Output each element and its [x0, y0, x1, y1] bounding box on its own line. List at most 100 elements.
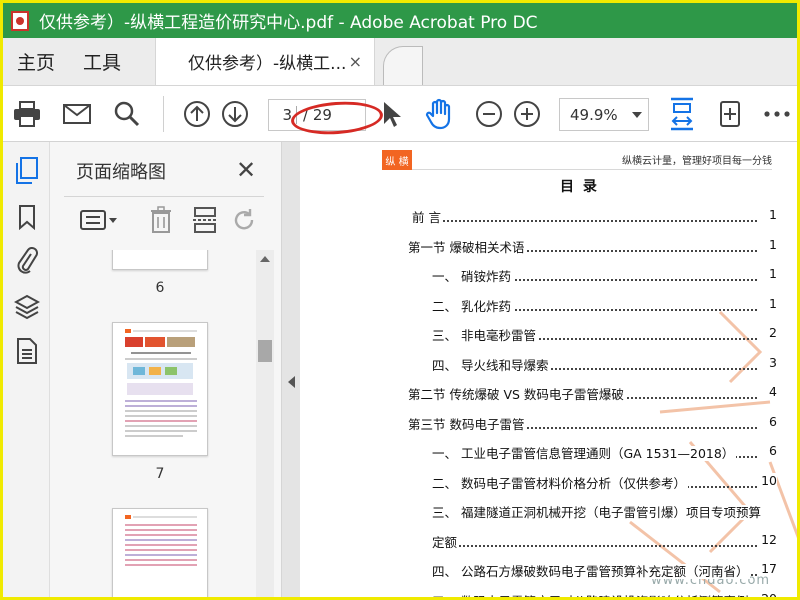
- bookmark-icon[interactable]: [13, 202, 41, 232]
- toc-entry-text: 二、 乳化炸药: [432, 298, 513, 314]
- document-tab[interactable]: 仅供参考）-纵横工... ×: [155, 38, 376, 85]
- collapse-panel-icon[interactable]: [288, 376, 295, 388]
- toc-leader-dots: [412, 220, 757, 222]
- thumbnails-panel-title: 页面缩略图: [76, 162, 166, 183]
- toc-entry-page: 10: [758, 472, 777, 488]
- menu-bar: 主页 工具 仅供参考）-纵横工... ×: [3, 38, 797, 86]
- thumbnail-options-icon[interactable]: [78, 205, 120, 235]
- zoom-level-value: 49.9%: [570, 105, 618, 124]
- page-thumbnail[interactable]: [112, 250, 208, 270]
- insert-page-icon[interactable]: [190, 205, 220, 235]
- scrollbar-thumb[interactable]: [258, 340, 272, 362]
- toc-entry-text: 定额: [432, 534, 460, 550]
- toc-entry-text: 一、 工业电子雷管信息管理通则（GA 1531—2018）: [432, 446, 737, 461]
- next-page-icon[interactable]: [219, 96, 251, 132]
- brand-logo: 纵 横: [382, 150, 412, 170]
- pdf-page: 纵 横 纵横云计量，管理好项目每一分钱 目 录 前 言 1 第一节 爆破相关术语 1 一…: [300, 142, 797, 597]
- toc-entry-page: 17: [758, 561, 777, 576]
- rotate-page-icon[interactable]: [715, 96, 745, 132]
- toc-entry-page: 4: [766, 384, 777, 399]
- toc-heading: 目 录: [560, 179, 599, 195]
- zoom-out-icon[interactable]: [473, 96, 505, 132]
- toolbar: 3 / 29 49.9%: [3, 86, 797, 142]
- toc-entry[interactable]: 三、 福建隧道正洞机械开挖（电子雷管引爆）项目专项预算: [432, 502, 777, 520]
- print-icon[interactable]: [11, 96, 43, 132]
- toc-entry-text: 五、 数码电子雷管应用对公路建设投资影响分析测算案例: [432, 593, 751, 597]
- toc-entry-page: 20: [758, 590, 777, 597]
- layers-icon[interactable]: [13, 292, 41, 322]
- toc-entry-text: 第一节 爆破相关术语: [408, 239, 527, 255]
- page-thumbnails-icon[interactable]: [13, 156, 41, 186]
- toc-entry-page: 6: [766, 413, 777, 429]
- toc-entry[interactable]: 前 言 1: [412, 207, 777, 225]
- email-icon[interactable]: [61, 96, 93, 132]
- toc-entry[interactable]: 五、 数码电子雷管应用对公路建设投资影响分析测算案例 20: [432, 590, 777, 597]
- toc-entry[interactable]: 第三节 数码电子雷管 6: [408, 413, 777, 432]
- new-tab-area[interactable]: [383, 46, 424, 85]
- attachment-icon[interactable]: [13, 246, 41, 276]
- delete-page-icon[interactable]: [146, 205, 176, 235]
- toc-entry-text: 三、 福建隧道正洞机械开挖（电子雷管引爆）项目专项预算: [432, 505, 763, 520]
- home-menu[interactable]: 主页: [3, 38, 69, 85]
- toc-entry-text: 二、 数码电子雷管材料价格分析（仅供参考）: [432, 475, 688, 491]
- page-thumbnail[interactable]: [112, 508, 208, 597]
- select-cursor-icon[interactable]: [377, 96, 407, 132]
- toc-entry-text: 前 言: [412, 210, 443, 225]
- hand-tool-icon[interactable]: [423, 96, 457, 132]
- toc-entry-page: 1: [766, 266, 777, 281]
- toc-entry-text: 三、 非电毫秒雷管: [432, 328, 538, 343]
- close-tab-icon[interactable]: ×: [349, 52, 362, 71]
- toc-entry-text: 四、 公路石方爆破数码电子雷管预算补充定额（河南省）: [432, 564, 751, 579]
- toc-entry[interactable]: 第一节 爆破相关术语 1: [408, 236, 777, 255]
- tools-menu[interactable]: 工具: [69, 38, 135, 85]
- toc-entry[interactable]: 二、 乳化炸药 1: [432, 295, 777, 314]
- toc-entry-page: 1: [766, 236, 777, 252]
- navigation-rail: [3, 142, 50, 597]
- page-thumbnail-label: 7: [155, 466, 165, 482]
- app-window: 仅供参考）-纵横工程造价研究中心.pdf - Adobe Acrobat Pro…: [3, 3, 797, 597]
- header-slogan: 纵横云计量，管理好项目每一分钱: [622, 156, 772, 167]
- page-thumbnail[interactable]: [112, 322, 208, 456]
- thumbnail-list: 6 7: [64, 250, 260, 597]
- zoom-level-dropdown[interactable]: 49.9%: [559, 98, 649, 131]
- more-options-icon[interactable]: [763, 96, 791, 132]
- toc-entry-page: 3: [766, 354, 777, 370]
- acrobat-app-icon: [11, 10, 29, 31]
- chevron-down-icon: [631, 111, 642, 118]
- toc-leader-dots: [432, 544, 757, 547]
- close-panel-icon[interactable]: ✕: [236, 156, 256, 184]
- toc-entry-page: 1: [766, 295, 777, 311]
- toc-entry-text: 四、 导火线和导爆索: [432, 357, 551, 373]
- toc-entry-page: 12: [758, 531, 777, 547]
- toc-entry-page: 1: [766, 207, 777, 222]
- page-header: 纵 横 纵横云计量，管理好项目每一分钱: [382, 150, 772, 170]
- toc-entry[interactable]: 二、 数码电子雷管材料价格分析（仅供参考） 10: [432, 472, 777, 491]
- search-icon[interactable]: [111, 96, 143, 132]
- toc-entry-text: 第三节 数码电子雷管: [408, 416, 527, 432]
- page-thumbnail-label: 6: [155, 280, 165, 296]
- title-bar: 仅供参考）-纵横工程造价研究中心.pdf - Adobe Acrobat Pro…: [3, 3, 797, 38]
- toc-entry[interactable]: 定额 12: [432, 531, 777, 550]
- toc-entry-page: 2: [766, 325, 777, 340]
- toc-entry[interactable]: 四、 公路石方爆破数码电子雷管预算补充定额（河南省） 17: [432, 561, 777, 579]
- fit-width-icon[interactable]: [667, 96, 697, 132]
- toc-entry[interactable]: 四、 导火线和导爆索 3: [432, 354, 777, 373]
- toc-entry[interactable]: 第二节 传统爆破 VS 数码电子雷管爆破 4: [408, 384, 777, 402]
- rotate-icon[interactable]: [230, 205, 260, 235]
- toc-entry[interactable]: 一、 硝铵炸药 1: [432, 266, 777, 284]
- thumbnail-scrollbar[interactable]: [256, 250, 274, 597]
- toc-entry-text: 一、 硝铵炸药: [432, 269, 513, 284]
- window-title: 仅供参考）-纵横工程造价研究中心.pdf - Adobe Acrobat Pro…: [39, 13, 538, 33]
- toc-entry-page: 6: [766, 443, 777, 458]
- previous-page-icon[interactable]: [181, 96, 213, 132]
- toolbar-separator: [163, 96, 164, 132]
- thumbnails-panel: 页面缩略图 ✕ 6 7: [50, 142, 282, 597]
- toc-entry[interactable]: 一、 工业电子雷管信息管理通则（GA 1531—2018） 6: [432, 443, 777, 461]
- scroll-up-icon[interactable]: [260, 256, 270, 262]
- thumbnail-tools: [64, 196, 264, 242]
- document-tab-label: 仅供参考）-纵横工...: [188, 54, 347, 74]
- zoom-in-icon[interactable]: [511, 96, 543, 132]
- toc-entry-text: 第二节 传统爆破 VS 数码电子雷管爆破: [408, 387, 626, 402]
- document-properties-icon[interactable]: [13, 336, 41, 366]
- toc-entry[interactable]: 三、 非电毫秒雷管 2: [432, 325, 777, 343]
